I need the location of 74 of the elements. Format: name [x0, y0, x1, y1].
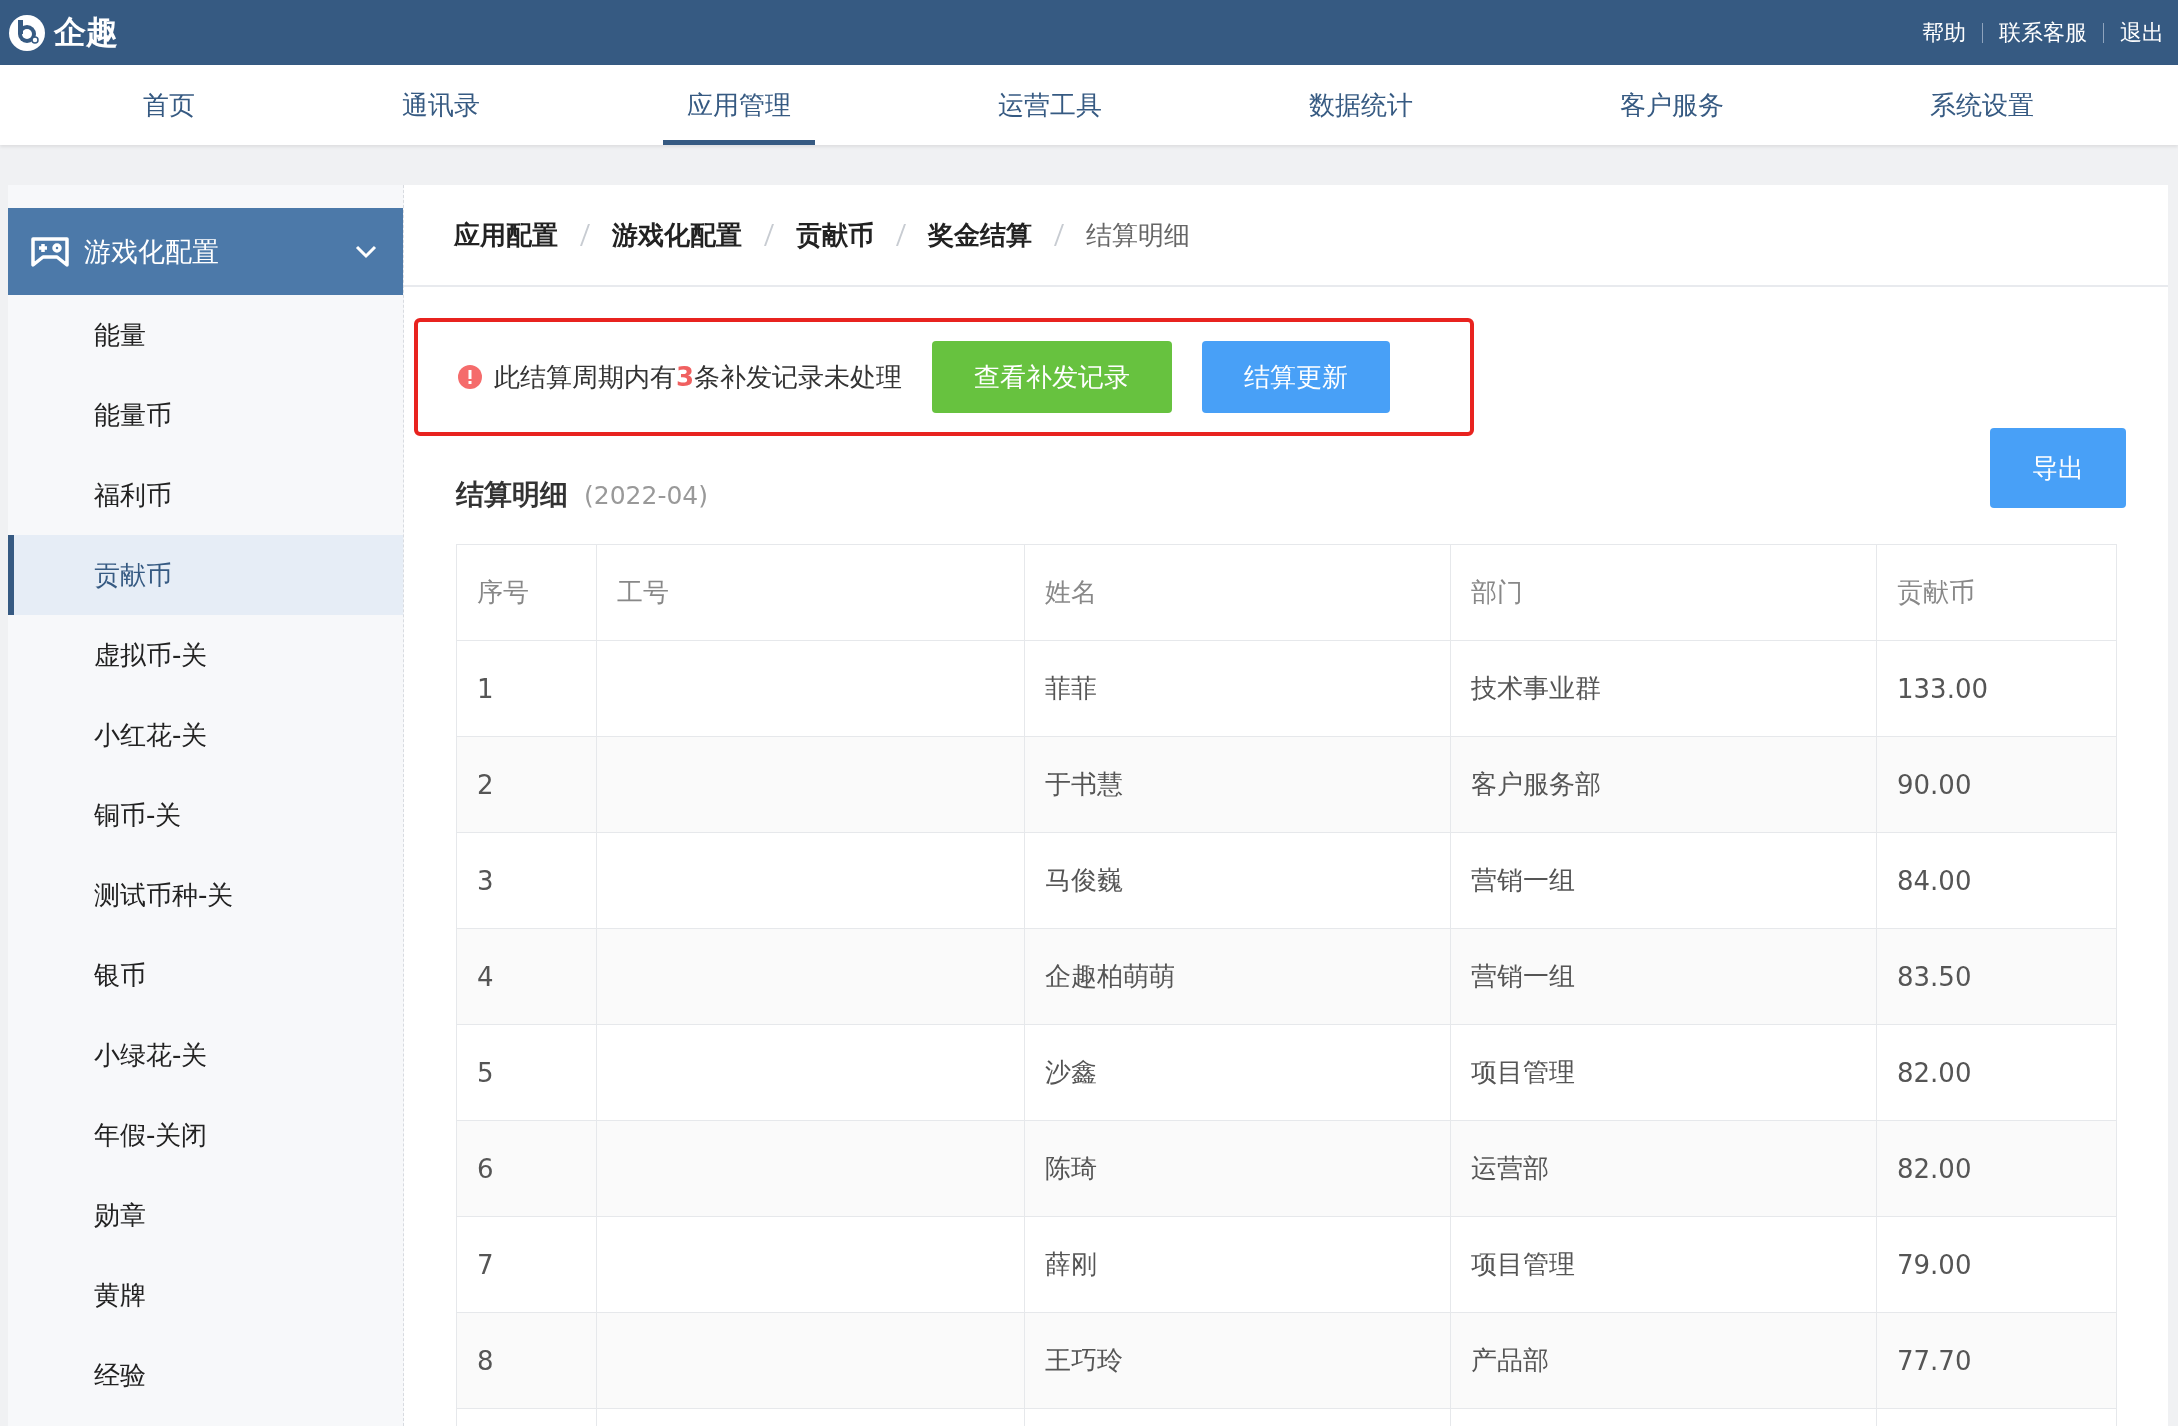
table-cell: 项目管理	[1450, 1024, 1877, 1121]
nav-tab[interactable]: 首页	[119, 65, 220, 145]
menu-item[interactable]: 年假-关闭	[8, 1095, 403, 1175]
table-cell: 90.00	[1876, 736, 2117, 833]
menu-item[interactable]: 福利币	[8, 455, 403, 535]
alert-message: 此结算周期内有3条补发记录未处理	[494, 360, 903, 394]
breadcrumb-item[interactable]: 贡献币	[796, 217, 874, 253]
table-cell: 82.00	[1876, 1120, 2117, 1217]
header-link[interactable]: 退出	[2103, 22, 2164, 43]
nav-tab[interactable]: 系统设置	[1906, 65, 2059, 145]
table-cell: 马俊巍	[1024, 832, 1451, 929]
menu-item[interactable]: 能量币	[8, 375, 403, 455]
header-link[interactable]: 联系客服	[1982, 22, 2103, 43]
nav-tab[interactable]: 通讯录	[378, 65, 505, 145]
section-title: 结算明细	[456, 477, 568, 513]
column-header: 工号	[596, 544, 1025, 641]
menu-item[interactable]: 黄牌	[8, 1255, 403, 1335]
table-cell: 产品部	[1450, 1312, 1877, 1409]
table-cell: 8	[456, 1312, 597, 1409]
table-cell: 营销一组	[1450, 928, 1877, 1025]
menu-item[interactable]: 虚拟币-关	[8, 615, 403, 695]
menu-item[interactable]: 小红花-关	[8, 695, 403, 775]
table-cell: 运营部	[1450, 1120, 1877, 1217]
table-cell: 77.70	[1876, 1312, 2117, 1409]
table-cell: 82.00	[1876, 1024, 2117, 1121]
gamepad-icon	[30, 235, 70, 268]
breadcrumb-item[interactable]: 应用配置	[454, 217, 558, 253]
column-header: 贡献币	[1876, 544, 2117, 641]
menu-item[interactable]: 贡献币	[8, 535, 403, 615]
table-cell: 2	[456, 736, 597, 833]
breadcrumb-item[interactable]: 奖金结算	[928, 217, 1032, 253]
table-cell: 于书慧	[1024, 736, 1451, 833]
table-cell: 营销一组	[1450, 832, 1877, 929]
menu-item[interactable]: 勋章	[8, 1175, 403, 1255]
table-cell: 技术事业群	[1450, 640, 1877, 737]
menu-item[interactable]: 测试币种-关	[8, 855, 403, 935]
table-cell: 7	[456, 1216, 597, 1313]
nav-tab[interactable]: 运营工具	[973, 65, 1126, 145]
menu-item[interactable]: 能量	[8, 295, 403, 375]
period-label: (2022-04)	[584, 481, 708, 510]
nav-tab[interactable]: 客户服务	[1595, 65, 1748, 145]
nav-tab[interactable]: 应用管理	[663, 65, 816, 145]
table-cell: 84.00	[1876, 832, 2117, 929]
table-cell: 客户服务部	[1450, 736, 1877, 833]
table-cell: 陈琦	[1024, 1120, 1451, 1217]
menu-item[interactable]: 银币	[8, 935, 403, 1015]
menu-item[interactable]: 铜币-关	[8, 775, 403, 855]
column-header: 部门	[1450, 544, 1877, 641]
nav-tab[interactable]: 数据统计	[1284, 65, 1437, 145]
breadcrumb-item[interactable]: 游戏化配置	[612, 217, 742, 253]
table-cell: 菲菲	[1024, 640, 1451, 737]
table-cell: 5	[456, 1024, 597, 1121]
table-cell: 133.00	[1876, 640, 2117, 737]
table-cell: 3	[456, 832, 597, 929]
table-cell: 1	[456, 640, 597, 737]
table-cell: 薛刚	[1024, 1216, 1451, 1313]
table-cell: 79.00	[1876, 1216, 2117, 1313]
menu-group-header[interactable]: 游戏化配置	[8, 208, 403, 295]
table-cell: 王巧玲	[1024, 1312, 1451, 1409]
warning-icon	[458, 365, 482, 389]
table-cell: 4	[456, 928, 597, 1025]
logo-icon	[8, 13, 46, 52]
menu-item[interactable]: 经验	[8, 1335, 403, 1415]
table-cell: 6	[456, 1120, 597, 1217]
column-header: 序号	[456, 544, 597, 641]
breadcrumb-item: 结算明细	[1086, 218, 1190, 252]
logo-text: 企趣	[54, 11, 118, 53]
menu-item[interactable]: 小绿花-关	[8, 1015, 403, 1095]
table-cell: 沙鑫	[1024, 1024, 1451, 1121]
table-cell: 项目管理	[1450, 1216, 1877, 1313]
table-cell: 企趣柏萌萌	[1024, 928, 1451, 1025]
table-cell: 83.50	[1876, 928, 2117, 1025]
column-header: 姓名	[1024, 544, 1451, 641]
header-link[interactable]: 帮助	[1906, 17, 1982, 48]
